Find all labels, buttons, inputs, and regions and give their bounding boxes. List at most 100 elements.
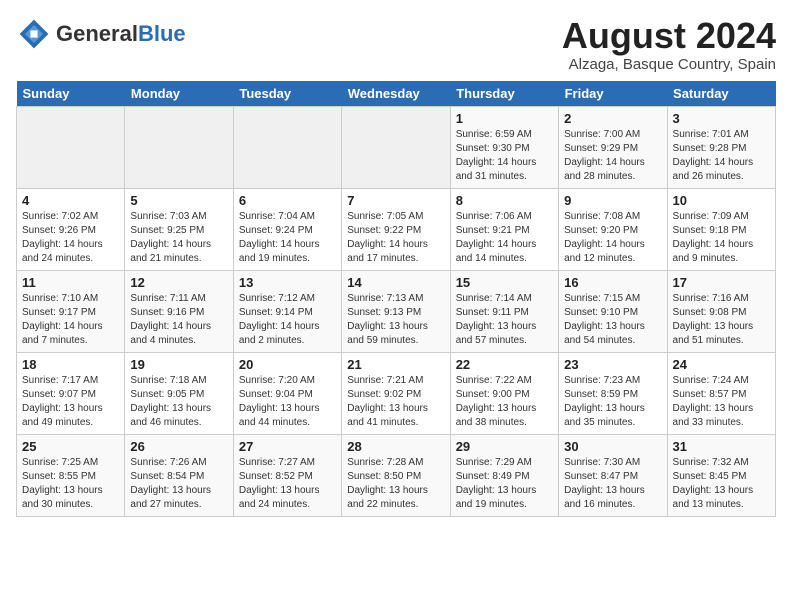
calendar-cell: 26 Sunrise: 7:26 AM Sunset: 8:54 PM Dayli… [125, 434, 233, 516]
day-number: 5 [130, 193, 227, 208]
location-text: Alzaga, Basque Country, Spain [562, 56, 776, 73]
day-info: Sunrise: 7:12 AM Sunset: 9:14 PM Dayligh… [239, 292, 336, 348]
day-info: Sunrise: 7:15 AM Sunset: 9:10 PM Dayligh… [564, 292, 661, 348]
calendar-cell: 14 Sunrise: 7:13 AM Sunset: 9:13 PM Dayli… [342, 270, 450, 352]
calendar-cell [233, 106, 341, 188]
calendar-cell: 27 Sunrise: 7:27 AM Sunset: 8:52 PM Dayli… [233, 434, 341, 516]
weekday-header-sunday: Sunday [17, 81, 125, 107]
day-info: Sunrise: 7:14 AM Sunset: 9:11 PM Dayligh… [456, 292, 553, 348]
day-info: Sunrise: 7:16 AM Sunset: 9:08 PM Dayligh… [673, 292, 770, 348]
day-info: Sunrise: 7:06 AM Sunset: 9:21 PM Dayligh… [456, 210, 553, 266]
calendar-cell: 17 Sunrise: 7:16 AM Sunset: 9:08 PM Dayli… [667, 270, 775, 352]
day-number: 24 [673, 357, 770, 372]
weekday-header-saturday: Saturday [667, 81, 775, 107]
day-info: Sunrise: 7:21 AM Sunset: 9:02 PM Dayligh… [347, 374, 444, 430]
calendar-cell: 15 Sunrise: 7:14 AM Sunset: 9:11 PM Dayli… [450, 270, 558, 352]
calendar-cell: 19 Sunrise: 7:18 AM Sunset: 9:05 PM Dayli… [125, 352, 233, 434]
day-number: 14 [347, 275, 444, 290]
day-number: 28 [347, 439, 444, 454]
day-info: Sunrise: 7:25 AM Sunset: 8:55 PM Dayligh… [22, 456, 119, 512]
day-info: Sunrise: 7:27 AM Sunset: 8:52 PM Dayligh… [239, 456, 336, 512]
day-number: 27 [239, 439, 336, 454]
day-number: 16 [564, 275, 661, 290]
calendar-cell: 25 Sunrise: 7:25 AM Sunset: 8:55 PM Dayli… [17, 434, 125, 516]
day-info: Sunrise: 7:30 AM Sunset: 8:47 PM Dayligh… [564, 456, 661, 512]
calendar-cell: 23 Sunrise: 7:23 AM Sunset: 8:59 PM Dayli… [559, 352, 667, 434]
logo-general-text: General [56, 21, 138, 46]
calendar-cell: 11Sunrise: 7:10 AM Sunset: 9:17 PM Dayli… [17, 270, 125, 352]
day-number: 22 [456, 357, 553, 372]
day-info: Sunrise: 7:17 AM Sunset: 9:07 PM Dayligh… [22, 374, 119, 430]
month-title: August 2024 [562, 16, 776, 56]
calendar-cell: 12 Sunrise: 7:11 AM Sunset: 9:16 PM Dayli… [125, 270, 233, 352]
calendar-cell: 2Sunrise: 7:00 AM Sunset: 9:29 PM Daylig… [559, 106, 667, 188]
weekday-header-thursday: Thursday [450, 81, 558, 107]
calendar-cell: 30 Sunrise: 7:30 AM Sunset: 8:47 PM Dayli… [559, 434, 667, 516]
calendar-cell: 9 Sunrise: 7:08 AM Sunset: 9:20 PM Daylig… [559, 188, 667, 270]
day-number: 26 [130, 439, 227, 454]
day-info: Sunrise: 7:20 AM Sunset: 9:04 PM Dayligh… [239, 374, 336, 430]
calendar-cell: 31 Sunrise: 7:32 AM Sunset: 8:45 PM Dayli… [667, 434, 775, 516]
calendar-cell: 18 Sunrise: 7:17 AM Sunset: 9:07 PM Dayli… [17, 352, 125, 434]
calendar-cell: 5Sunrise: 7:03 AM Sunset: 9:25 PM Daylig… [125, 188, 233, 270]
calendar-cell: 8 Sunrise: 7:06 AM Sunset: 9:21 PM Daylig… [450, 188, 558, 270]
day-info: Sunrise: 7:09 AM Sunset: 9:18 PM Dayligh… [673, 210, 770, 266]
calendar-week-row: 4 Sunrise: 7:02 AM Sunset: 9:26 PM Daylig… [17, 188, 776, 270]
day-info: Sunrise: 7:23 AM Sunset: 8:59 PM Dayligh… [564, 374, 661, 430]
day-info: Sunrise: 7:11 AM Sunset: 9:16 PM Dayligh… [130, 292, 227, 348]
calendar-cell: 22 Sunrise: 7:22 AM Sunset: 9:00 PM Dayli… [450, 352, 558, 434]
calendar-cell: 20Sunrise: 7:20 AM Sunset: 9:04 PM Dayli… [233, 352, 341, 434]
day-number: 8 [456, 193, 553, 208]
day-number: 15 [456, 275, 553, 290]
day-info: Sunrise: 7:13 AM Sunset: 9:13 PM Dayligh… [347, 292, 444, 348]
weekday-header-wednesday: Wednesday [342, 81, 450, 107]
calendar-cell: 21Sunrise: 7:21 AM Sunset: 9:02 PM Dayli… [342, 352, 450, 434]
day-info: Sunrise: 6:59 AM Sunset: 9:30 PM Dayligh… [456, 128, 553, 184]
calendar-cell: 29 Sunrise: 7:29 AM Sunset: 8:49 PM Dayli… [450, 434, 558, 516]
day-info: Sunrise: 7:18 AM Sunset: 9:05 PM Dayligh… [130, 374, 227, 430]
calendar-week-row: 18 Sunrise: 7:17 AM Sunset: 9:07 PM Dayli… [17, 352, 776, 434]
day-number: 18 [22, 357, 119, 372]
day-number: 31 [673, 439, 770, 454]
calendar-week-row: 25 Sunrise: 7:25 AM Sunset: 8:55 PM Dayli… [17, 434, 776, 516]
logo-blue-text: Blue [138, 21, 186, 46]
day-info: Sunrise: 7:05 AM Sunset: 9:22 PM Dayligh… [347, 210, 444, 266]
calendar-cell: 6Sunrise: 7:04 AM Sunset: 9:24 PM Daylig… [233, 188, 341, 270]
day-number: 13 [239, 275, 336, 290]
day-number: 29 [456, 439, 553, 454]
calendar-cell: 28 Sunrise: 7:28 AM Sunset: 8:50 PM Dayli… [342, 434, 450, 516]
day-number: 11 [22, 275, 119, 290]
day-number: 17 [673, 275, 770, 290]
calendar-week-row: 1 Sunrise: 6:59 AM Sunset: 9:30 PM Daylig… [17, 106, 776, 188]
day-number: 12 [130, 275, 227, 290]
day-number: 30 [564, 439, 661, 454]
calendar-cell: 16 Sunrise: 7:15 AM Sunset: 9:10 PM Dayli… [559, 270, 667, 352]
calendar-cell: 10 Sunrise: 7:09 AM Sunset: 9:18 PM Dayli… [667, 188, 775, 270]
day-number: 9 [564, 193, 661, 208]
calendar-cell: 13 Sunrise: 7:12 AM Sunset: 9:14 PM Dayli… [233, 270, 341, 352]
day-number: 25 [22, 439, 119, 454]
day-number: 7 [347, 193, 444, 208]
day-info: Sunrise: 7:01 AM Sunset: 9:28 PM Dayligh… [673, 128, 770, 184]
day-number: 10 [673, 193, 770, 208]
day-info: Sunrise: 7:02 AM Sunset: 9:26 PM Dayligh… [22, 210, 119, 266]
day-number: 1 [456, 111, 553, 126]
calendar-table: SundayMondayTuesdayWednesdayThursdayFrid… [16, 81, 776, 517]
day-info: Sunrise: 7:32 AM Sunset: 8:45 PM Dayligh… [673, 456, 770, 512]
day-number: 4 [22, 193, 119, 208]
day-info: Sunrise: 7:28 AM Sunset: 8:50 PM Dayligh… [347, 456, 444, 512]
day-info: Sunrise: 7:29 AM Sunset: 8:49 PM Dayligh… [456, 456, 553, 512]
calendar-week-row: 11Sunrise: 7:10 AM Sunset: 9:17 PM Dayli… [17, 270, 776, 352]
calendar-cell: 24Sunrise: 7:24 AM Sunset: 8:57 PM Dayli… [667, 352, 775, 434]
calendar-cell: 7 Sunrise: 7:05 AM Sunset: 9:22 PM Daylig… [342, 188, 450, 270]
day-info: Sunrise: 7:26 AM Sunset: 8:54 PM Dayligh… [130, 456, 227, 512]
day-info: Sunrise: 7:22 AM Sunset: 9:00 PM Dayligh… [456, 374, 553, 430]
page-header: GeneralBlue August 2024 Alzaga, Basque C… [16, 16, 776, 73]
day-info: Sunrise: 7:04 AM Sunset: 9:24 PM Dayligh… [239, 210, 336, 266]
day-info: Sunrise: 7:00 AM Sunset: 9:29 PM Dayligh… [564, 128, 661, 184]
weekday-header-monday: Monday [125, 81, 233, 107]
day-number: 19 [130, 357, 227, 372]
day-number: 23 [564, 357, 661, 372]
generalblue-logo-icon [16, 16, 52, 52]
day-info: Sunrise: 7:08 AM Sunset: 9:20 PM Dayligh… [564, 210, 661, 266]
